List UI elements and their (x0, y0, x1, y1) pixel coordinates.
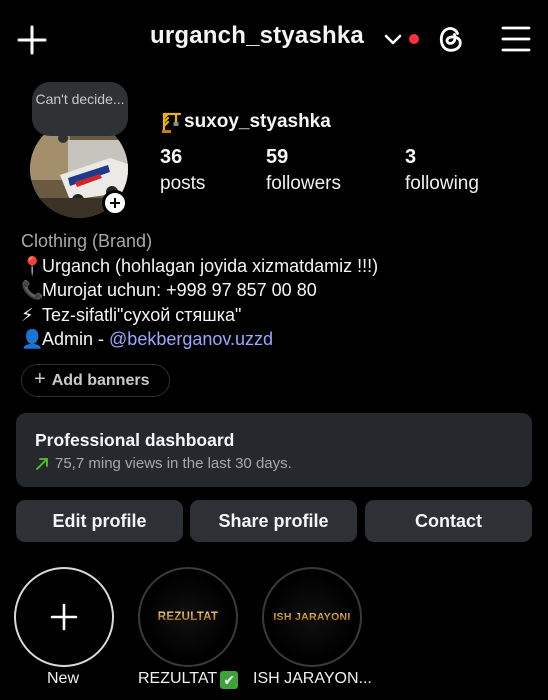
highlight-label: ISH JARAYON... (253, 670, 372, 687)
plus-icon: + (34, 368, 46, 390)
highlight-new[interactable] (14, 567, 114, 667)
top-bar: urganch_styashka (0, 0, 548, 78)
professional-dashboard-card[interactable]: Professional dashboard 75,7 ming views i… (16, 413, 532, 487)
stat-label: following (405, 173, 479, 194)
notification-dot (409, 34, 419, 44)
dashboard-subtitle: 75,7 ming views in the last 30 days. (55, 455, 292, 472)
profile-bio: Clothing (Brand) 📍Urganch (hohlagan joyi… (21, 229, 378, 352)
add-banners-button[interactable]: + Add banners (21, 364, 170, 397)
bio-category: Clothing (Brand) (21, 231, 153, 251)
menu-icon[interactable] (500, 24, 532, 54)
highlight-cover-text: REZULTAT (157, 611, 219, 623)
highlight-cover-text: ISH JARAYONI (273, 611, 351, 623)
stat-value: 3 (405, 146, 417, 168)
stat-value: 36 (160, 146, 183, 168)
bio-line-location: 📍Urganch (hohlagan joyida xizmatdamiz !!… (21, 254, 378, 279)
dashboard-subtitle-row: 75,7 ming views in the last 30 days. (35, 455, 532, 472)
bio-line-text: Urganch (hohlagan joyida xizmatdamiz !!!… (42, 255, 379, 276)
stat-followers[interactable]: 59 followers (266, 146, 341, 195)
highlight-label-row: REZULTAT ✔ (138, 670, 239, 689)
bio-line-quality: ⚡ Tez-sifatli"сухой стяшка" (21, 303, 378, 328)
highlight-cover: REZULTAT (144, 573, 232, 661)
stat-value: 59 (266, 146, 289, 168)
note-bubble-tail (58, 133, 68, 143)
create-plus-icon[interactable] (16, 24, 48, 56)
account-username[interactable]: urganch_styashka (150, 22, 364, 50)
chevron-down-icon[interactable] (382, 28, 404, 50)
stat-following[interactable]: 3 following (405, 146, 479, 195)
phone-icon: 📞 (21, 280, 44, 300)
share-profile-button[interactable]: Share profile (190, 500, 357, 542)
threads-icon[interactable] (434, 22, 468, 56)
stat-label: posts (160, 173, 206, 194)
bio-line-phone: 📞Murojat uchun: +998 97 857 00 80 (21, 278, 378, 303)
stat-label: followers (266, 173, 341, 194)
profile-note-bubble[interactable]: Can't decide... (32, 82, 128, 136)
person-icon: 👤 (21, 329, 44, 349)
highlight-cover: ISH JARAYONI (268, 573, 356, 661)
highlight-label: New (47, 670, 80, 687)
edit-profile-button[interactable]: Edit profile (16, 500, 183, 542)
plus-icon (50, 603, 78, 631)
contact-button[interactable]: Contact (365, 500, 532, 542)
pin-icon: 📍 (21, 255, 44, 276)
highlight-ring: ISH JARAYONI (262, 567, 362, 667)
add-story-plus-icon[interactable] (102, 190, 128, 216)
lightning-icon: ⚡ (21, 304, 34, 325)
highlight-ring: REZULTAT (138, 567, 238, 667)
bio-line-text: Tez-sifatli"сухой стяшка" (42, 304, 242, 325)
trend-up-arrow-icon (36, 457, 48, 470)
bio-line-text: Murojat uchun: +998 97 857 00 80 (42, 280, 317, 300)
check-mark-icon: ✔ (220, 671, 239, 689)
highlight-label: REZULTAT (138, 670, 218, 687)
crane-icon (162, 112, 182, 133)
highlight-ring (14, 567, 114, 667)
stat-posts[interactable]: 36 posts (160, 146, 205, 195)
highlight-rezultat[interactable]: REZULTAT (138, 567, 238, 667)
display-name-text: suxoy_styashka (184, 111, 331, 132)
display-name: suxoy_styashka (160, 111, 331, 133)
admin-mention-link[interactable]: @bekberganov.uzzd (109, 329, 273, 349)
add-banners-label: Add banners (51, 371, 150, 389)
bio-line-admin: 👤Admin - @bekberganov.uzzd (21, 327, 378, 352)
dashboard-title: Professional dashboard (35, 430, 235, 450)
highlight-ish-jarayoni[interactable]: ISH JARAYONI (262, 567, 362, 667)
bio-line-text: Admin - (42, 329, 110, 349)
